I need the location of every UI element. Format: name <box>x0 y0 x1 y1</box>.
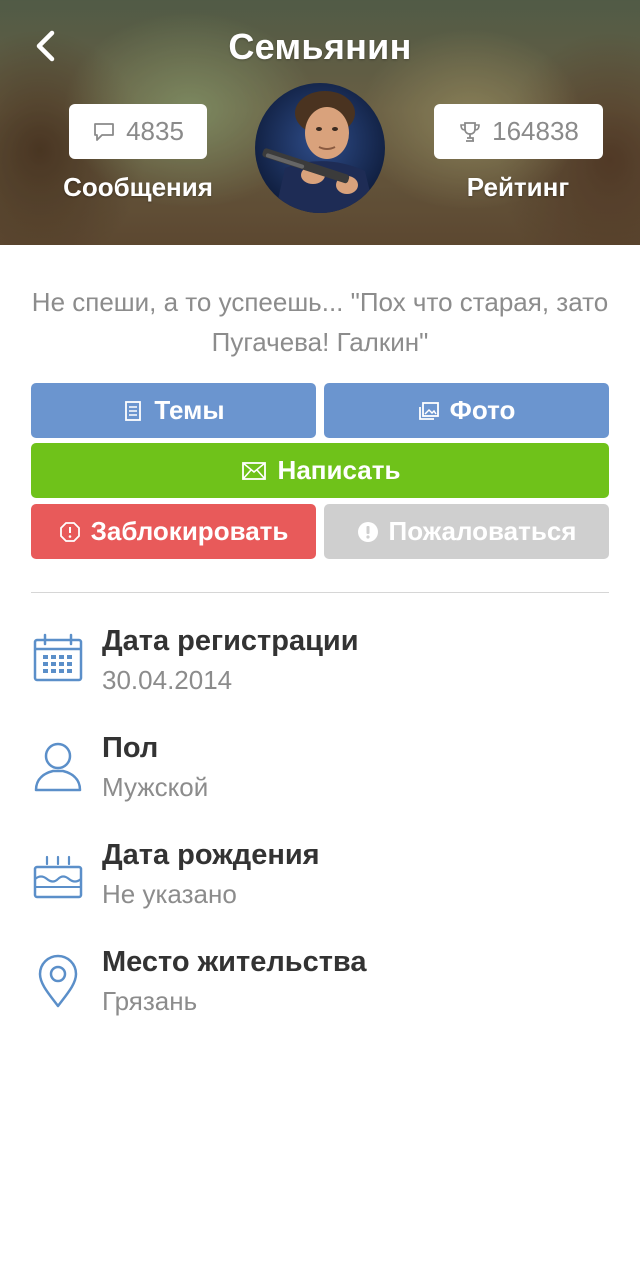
location-pin-icon <box>31 952 87 1008</box>
stop-sign-icon <box>59 521 80 542</box>
status-text: Не спеши, а то успеешь... "Пох что стара… <box>31 287 609 357</box>
write-button-label: Написать <box>277 455 401 485</box>
info-value: 30.04.2014 <box>102 665 233 695</box>
document-icon <box>125 400 142 421</box>
speech-bubble-icon <box>94 122 114 141</box>
messages-label: Сообщения <box>63 172 213 202</box>
rating-count: 164838 <box>492 116 579 146</box>
photo-button-label: Фото <box>449 395 516 425</box>
photo-gallery-icon <box>418 401 439 420</box>
topics-button[interactable]: Темы <box>31 383 316 438</box>
write-message-button[interactable]: Написать <box>31 443 609 498</box>
block-button-label: Заблокировать <box>90 516 289 546</box>
info-registration-date: Дата регистрации 30.04.2014 <box>31 625 609 705</box>
report-button[interactable]: Пожаловаться <box>324 504 609 559</box>
info-value: Не указано <box>102 879 237 909</box>
block-button[interactable]: Заблокировать <box>31 504 316 559</box>
trophy-icon <box>460 121 480 142</box>
info-gender: Пол Мужской <box>31 732 609 812</box>
info-residence: Место жительства Грязань <box>31 946 609 1026</box>
info-birth-date: Дата рождения Не указано <box>31 839 609 919</box>
info-value: Мужской <box>102 772 209 802</box>
info-value: Грязань <box>102 986 198 1016</box>
page-title: Семьянин <box>228 26 412 67</box>
rating-label: Рейтинг <box>466 172 570 202</box>
person-icon <box>31 738 87 794</box>
avatar-image <box>255 83 385 213</box>
info-label: Дата рождения <box>102 839 320 871</box>
exclamation-circle-icon <box>357 521 378 542</box>
info-label: Место жительства <box>102 946 367 978</box>
profile-header: Семьянин 4835 Сообщения 164838 Рейтинг <box>0 0 640 245</box>
birthday-cake-icon <box>31 845 87 901</box>
section-divider <box>31 592 609 593</box>
photo-button[interactable]: Фото <box>324 383 609 438</box>
topics-button-label: Темы <box>154 395 225 425</box>
info-label: Пол <box>102 732 159 764</box>
messages-count: 4835 <box>126 116 184 146</box>
info-label: Дата регистрации <box>102 625 359 657</box>
calendar-icon <box>31 631 87 687</box>
messages-chip[interactable]: 4835 <box>69 104 207 159</box>
report-button-label: Пожаловаться <box>388 516 577 546</box>
rating-chip[interactable]: 164838 <box>434 104 603 159</box>
avatar[interactable] <box>255 83 385 213</box>
envelope-icon <box>241 461 266 480</box>
